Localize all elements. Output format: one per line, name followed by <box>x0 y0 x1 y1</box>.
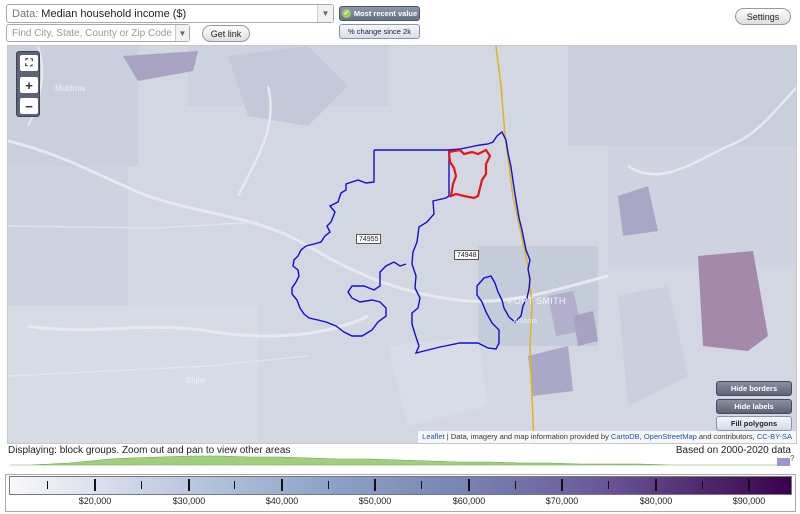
attribution-text: | Data, imagery and map information prov… <box>444 432 611 441</box>
legend-tick <box>515 481 516 489</box>
map-view[interactable]: ⛶ + − Muldrow FORT SMITH Arkoma Bigler 7… <box>7 45 797 444</box>
most-recent-value-toggle[interactable]: ✓ Most recent value <box>339 6 420 21</box>
color-legend-bar <box>9 476 792 495</box>
legend-tick <box>608 481 609 489</box>
legend-label: $50,000 <box>358 496 392 506</box>
legend-tick <box>47 481 48 489</box>
cartodb-link[interactable]: CartoDB <box>611 432 640 441</box>
hide-labels-button[interactable]: Hide labels <box>716 399 792 414</box>
leaflet-link[interactable]: Leaflet <box>422 432 445 441</box>
outline-strokes <box>291 55 531 355</box>
osm-link[interactable]: OpenStreetMap <box>644 432 697 441</box>
legend-label: $90,000 <box>732 496 766 506</box>
zoom-in-button[interactable]: + <box>20 77 38 93</box>
fullscreen-icon[interactable]: ⛶ <box>20 55 38 71</box>
attribution-end: and contributors, <box>696 432 757 441</box>
map-attribution: Leaflet | Data, imagery and map informat… <box>418 431 796 443</box>
value-histogram <box>10 455 790 466</box>
blue-zip-outline-main <box>291 150 407 337</box>
legend-tick <box>281 479 283 491</box>
legend-tick <box>561 479 563 491</box>
percent-change-toggle[interactable]: % change since 2k <box>339 24 420 39</box>
blue-zip-outline-west-visible <box>291 146 413 296</box>
license-link[interactable]: CC-BY-SA <box>757 432 792 441</box>
legend-label: $70,000 <box>545 496 579 506</box>
data-select-label: Data: <box>12 7 39 20</box>
legend-label: $80,000 <box>639 496 673 506</box>
legend-tick <box>748 479 750 491</box>
zoom-controls: ⛶ + − <box>16 51 40 117</box>
histogram-help-icon[interactable]: ? <box>790 454 794 463</box>
location-search-placeholder: Find City, State, County or Zip Code <box>12 27 172 39</box>
place-label-fort-smith: FORT SMITH <box>508 296 566 306</box>
place-label-bigler: Bigler <box>186 376 207 385</box>
legend-tick <box>188 479 190 491</box>
legend-tick <box>702 481 703 489</box>
zip-label-74955: 74955 <box>356 234 382 244</box>
blue-zip-outline-west <box>291 55 413 296</box>
legend-label: $20,000 <box>78 496 112 506</box>
zip-label-74948: 74948 <box>454 250 480 260</box>
legend-tick <box>655 479 657 491</box>
chevron-down-icon[interactable]: ▼ <box>317 5 333 22</box>
most-recent-value-label: Most recent value <box>353 9 418 18</box>
data-select[interactable]: Data: Median household income ($) ▼ <box>6 4 334 23</box>
place-label-muldrow: Muldrow <box>55 84 86 93</box>
legend-label: $40,000 <box>265 496 299 506</box>
check-icon: ✓ <box>341 9 351 18</box>
hide-borders-button[interactable]: Hide borders <box>716 381 792 396</box>
legend-tick <box>468 479 470 491</box>
legend-tick <box>374 479 376 491</box>
legend-tick <box>328 481 329 489</box>
chevron-down-icon[interactable]: ▼ <box>175 25 189 41</box>
fill-polygons-button[interactable]: Fill polygons <box>716 416 792 431</box>
legend-label: $30,000 <box>172 496 206 506</box>
legend-tick <box>421 481 422 489</box>
get-link-button[interactable]: Get link <box>202 25 250 42</box>
red-zip-outline <box>447 148 492 200</box>
location-search-input[interactable]: Find City, State, County or Zip Code ▼ <box>6 24 190 42</box>
data-select-value: Median household income ($) <box>41 7 187 20</box>
legend-label: $60,000 <box>452 496 486 506</box>
zoom-out-button[interactable]: − <box>20 98 38 114</box>
legend-tick <box>234 481 235 489</box>
legend-tick <box>94 479 96 491</box>
place-label-arkoma: Arkoma <box>513 318 538 325</box>
legend-tick <box>141 481 142 489</box>
settings-button[interactable]: Settings <box>735 8 791 25</box>
